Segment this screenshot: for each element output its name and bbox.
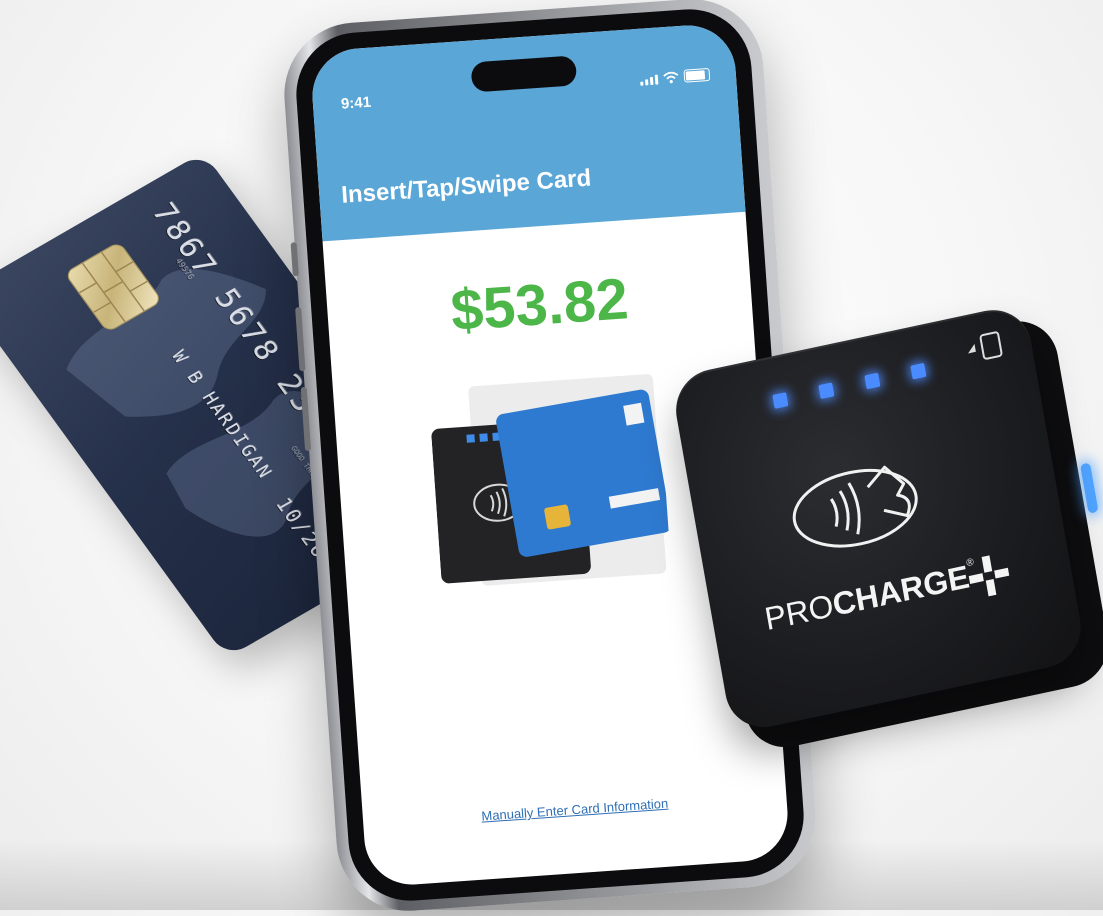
reader-led-1 — [772, 392, 789, 409]
brand-pro-text: PRO — [762, 587, 837, 638]
signal-icon — [640, 74, 659, 86]
brand-charge-text: CHARGE — [829, 558, 972, 623]
manual-entry-link[interactable]: Manually Enter Card Information — [363, 787, 787, 832]
reader-face: PROCHARGE® — [669, 302, 1087, 735]
dynamic-island — [470, 55, 578, 93]
payment-illustration — [431, 374, 672, 586]
wifi-icon — [663, 71, 679, 84]
card-reader-device: PROCHARGE® — [669, 298, 1103, 767]
insert-arrow-icon — [966, 343, 976, 354]
procharge-logo: PROCHARGE® — [762, 557, 979, 638]
screen-title: Insert/Tap/Swipe Card — [340, 164, 592, 209]
screen-header: 9:41 Insert/Tap/Swipe Card — [309, 22, 746, 242]
payment-amount: $53.82 — [448, 266, 631, 344]
battery-icon — [683, 67, 711, 83]
plus-logo-icon — [968, 555, 1010, 597]
reader-led-4 — [910, 362, 927, 380]
chip-card-icon — [496, 389, 672, 557]
status-icons — [640, 67, 711, 86]
card-slot-icon — [978, 330, 1004, 361]
contactless-icon — [792, 465, 918, 548]
status-time: 9:41 — [340, 93, 372, 113]
reader-led-2 — [818, 382, 835, 400]
reader-led-3 — [864, 372, 881, 390]
